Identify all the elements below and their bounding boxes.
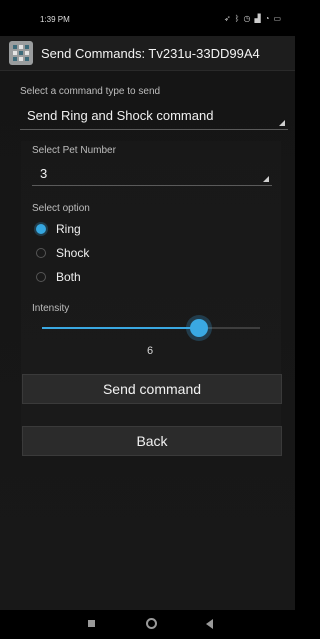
location-icon: ➶	[223, 14, 231, 23]
battery-icon: ▭	[273, 14, 281, 23]
dropdown-arrow-icon	[279, 120, 285, 126]
pet-number-spinner[interactable]: 3	[32, 161, 272, 186]
select-option-label: Select option	[32, 203, 90, 214]
recents-icon[interactable]	[88, 620, 95, 627]
status-icons: ➶ ᛒ ◷ ▟ ◔ ▭	[224, 14, 281, 23]
send-command-button[interactable]: Send command	[22, 374, 282, 404]
radio-unchecked-icon	[36, 272, 46, 282]
signal-icon: ▟	[254, 14, 261, 23]
command-type-value: Send Ring and Shock command	[27, 108, 214, 123]
back-triangle-icon[interactable]	[206, 619, 213, 629]
slider-thumb[interactable]	[189, 319, 208, 337]
intensity-slider[interactable]	[42, 319, 260, 337]
dropdown-arrow-icon	[263, 176, 269, 182]
back-button[interactable]: Back	[22, 426, 282, 456]
radio-checked-icon	[36, 224, 46, 234]
alarm-icon: ◷	[243, 14, 251, 23]
command-type-spinner[interactable]: Send Ring and Shock command	[20, 103, 288, 130]
slider-fill	[42, 327, 199, 329]
navigation-bar	[0, 610, 295, 639]
title-bar: Send Commands: Tv231u-33DD99A4	[0, 36, 295, 71]
radio-label: Ring	[56, 222, 81, 236]
radio-ring[interactable]: Ring	[36, 222, 81, 236]
page-title: Send Commands: Tv231u-33DD99A4	[41, 46, 260, 61]
status-time: 1:39 PM	[40, 15, 70, 24]
bluetooth-icon: ᛒ	[234, 14, 240, 23]
radio-shock[interactable]: Shock	[36, 246, 89, 260]
radio-label: Shock	[56, 246, 90, 260]
main-content: Select a command type to send Send Ring …	[0, 71, 295, 610]
radio-label: Both	[56, 270, 81, 284]
app-grid-icon	[9, 41, 33, 65]
home-icon[interactable]	[146, 618, 157, 629]
intensity-label: Intensity	[32, 303, 70, 314]
pet-number-label: Select Pet Number	[32, 145, 116, 156]
command-type-label: Select a command type to send	[20, 86, 161, 97]
radio-unchecked-icon	[36, 248, 46, 258]
status-bar: 1:39 PM ➶ ᛒ ◷ ▟ ◔ ▭	[0, 0, 295, 36]
radio-both[interactable]: Both	[36, 270, 81, 284]
wifi-icon: ◔	[264, 14, 270, 23]
intensity-value: 6	[147, 345, 154, 357]
pet-number-value: 3	[40, 166, 48, 181]
